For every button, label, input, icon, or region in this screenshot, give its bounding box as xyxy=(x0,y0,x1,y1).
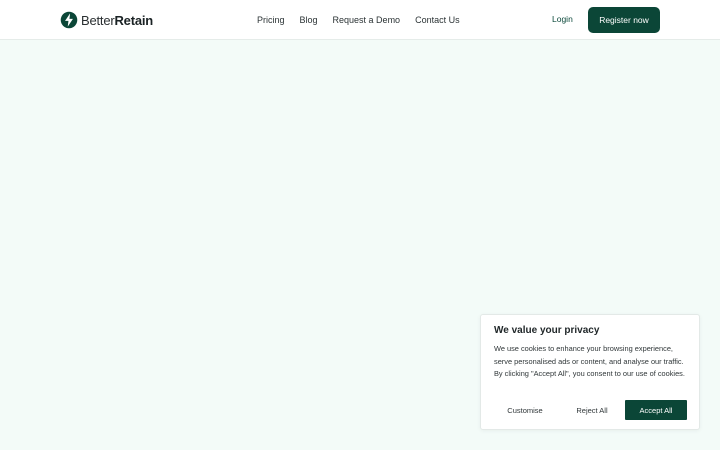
site-header: Better Retain Pricing Blog Request a Demo… xyxy=(0,0,720,40)
customise-button[interactable]: Customise xyxy=(494,400,556,420)
nav-link-request-demo[interactable]: Request a Demo xyxy=(333,15,401,25)
accept-all-button[interactable]: Accept All xyxy=(625,400,687,420)
nav-link-blog[interactable]: Blog xyxy=(300,15,318,25)
brand-logo-link[interactable]: Better Retain xyxy=(60,10,153,30)
main-nav: Pricing Blog Request a Demo Contact Us xyxy=(250,0,475,40)
cookie-banner-text: We use cookies to enhance your browsing … xyxy=(494,344,685,378)
lightning-bolt-circle-icon xyxy=(60,11,78,29)
reject-all-button[interactable]: Reject All xyxy=(561,400,623,420)
brand-name-bold: Retain xyxy=(114,12,154,28)
nav-link-pricing[interactable]: Pricing xyxy=(257,15,285,25)
cookie-banner-title: We value your privacy xyxy=(494,325,600,336)
cookie-consent-banner: We value your privacy We use cookies to … xyxy=(480,314,700,430)
register-button[interactable]: Register now xyxy=(588,7,660,33)
login-link[interactable]: Login xyxy=(552,14,573,24)
nav-link-contact-us[interactable]: Contact Us xyxy=(415,15,460,25)
brand-name-light: Better xyxy=(81,12,115,28)
